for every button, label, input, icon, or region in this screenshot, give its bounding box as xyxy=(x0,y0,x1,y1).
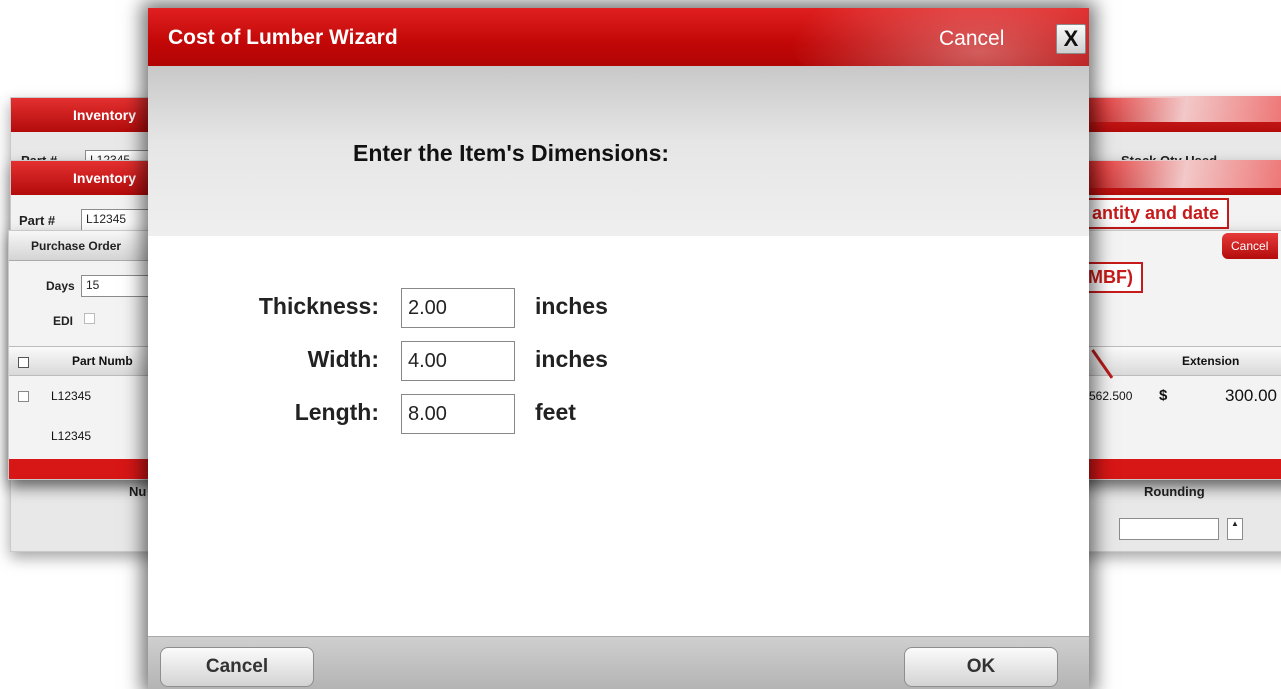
cost-of-lumber-wizard-dialog: Cost of Lumber Wizard Cancel X Enter the… xyxy=(148,8,1089,689)
dialog-title-bar: Cost of Lumber Wizard Cancel X xyxy=(148,8,1089,66)
length-label: Length: xyxy=(294,399,379,425)
length-unit: feet xyxy=(535,399,576,425)
nu-label: Nu xyxy=(129,484,147,499)
days-field[interactable]: 15 xyxy=(81,275,149,297)
dialog-header-band: Enter the Item's Dimensions: xyxy=(148,66,1089,236)
rounding-label: Rounding xyxy=(1144,484,1205,499)
thickness-label: Thickness: xyxy=(258,293,379,319)
row-extension: 300.00 xyxy=(1225,386,1277,405)
thickness-input[interactable]: 2.00 xyxy=(401,288,515,328)
thickness-unit: inches xyxy=(535,293,608,319)
part-label: Part # xyxy=(19,213,56,228)
edi-checkbox[interactable] xyxy=(84,313,95,324)
title-cancel-link[interactable]: Cancel xyxy=(939,27,1004,51)
row-currency: $ xyxy=(1159,387,1168,404)
width-input[interactable]: 4.00 xyxy=(401,341,515,381)
row-part: L12345 xyxy=(51,429,92,443)
width-unit: inches xyxy=(535,346,608,372)
decorative-swoosh xyxy=(1089,96,1281,122)
row-part: L12345 xyxy=(51,389,92,403)
po-title-bar: Purchase Order xyxy=(9,231,149,261)
dialog-footer: Cancel OK xyxy=(148,636,1089,689)
part-field[interactable]: L12345 xyxy=(81,209,151,231)
length-input[interactable]: 8.00 xyxy=(401,394,515,434)
background-cancel-button[interactable]: Cancel xyxy=(1222,233,1278,259)
select-all-checkbox[interactable] xyxy=(18,357,29,368)
screen: Inventory Part # L12345 Stock Qty Used N… xyxy=(0,0,1281,689)
edi-label: EDI xyxy=(53,314,74,328)
row-price: 562.500 xyxy=(1089,389,1133,403)
close-icon[interactable]: X xyxy=(1056,24,1086,54)
rounding-spinner-icon[interactable]: ▲ xyxy=(1227,518,1243,540)
dialog-heading: Enter the Item's Dimensions: xyxy=(353,140,670,166)
width-label: Width: xyxy=(307,346,379,372)
decorative-swoosh xyxy=(1089,160,1281,188)
window-title: Inventory xyxy=(73,170,137,186)
row-checkbox[interactable] xyxy=(18,391,29,402)
col-part-number: Part Numb xyxy=(72,354,133,368)
dimensions-form: Thickness: 2.00 inches Width: 4.00 inche… xyxy=(148,236,1089,636)
rounding-field[interactable] xyxy=(1119,518,1219,540)
width-row: Width: 4.00 inches xyxy=(148,341,1089,381)
days-label: Days xyxy=(46,279,75,293)
length-row: Length: 8.00 feet xyxy=(148,394,1089,434)
col-extension: Extension xyxy=(1182,354,1240,368)
po-title: Purchase Order xyxy=(31,239,122,253)
thickness-row: Thickness: 2.00 inches xyxy=(148,288,1089,328)
dialog-title: Cost of Lumber Wizard xyxy=(168,26,398,49)
ok-button[interactable]: OK xyxy=(904,647,1058,687)
window-title: Inventory xyxy=(73,107,137,123)
cancel-button[interactable]: Cancel xyxy=(160,647,314,687)
